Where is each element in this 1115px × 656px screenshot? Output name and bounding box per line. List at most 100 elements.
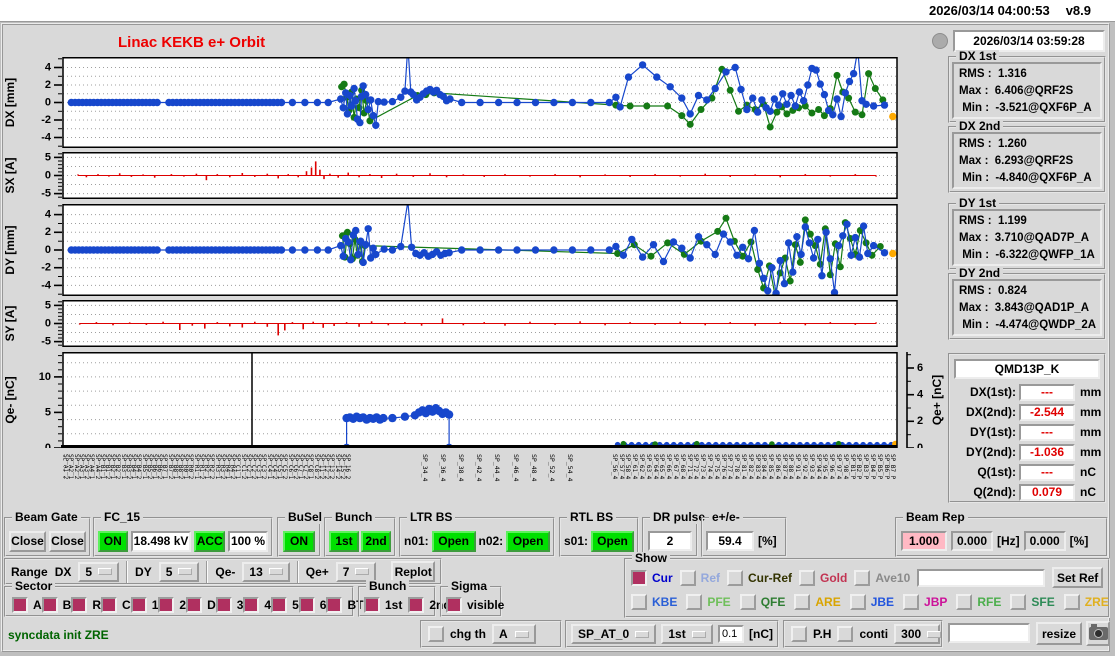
- beam-gate-close-1-button[interactable]: Close: [9, 530, 46, 552]
- checkbox-P.H[interactable]: [791, 626, 807, 642]
- group-title: Show: [632, 552, 670, 565]
- ltr-n02-open-button[interactable]: Open: [506, 530, 550, 552]
- checkbox-5[interactable]: [271, 596, 288, 613]
- bunch-1st-button[interactable]: 1st: [329, 530, 359, 552]
- checkbox-ZRE[interactable]: [1063, 594, 1080, 610]
- free-input[interactable]: [948, 623, 1030, 643]
- checkbox-item-QFE: QFE: [739, 594, 785, 610]
- dropdown-indicator: [692, 630, 706, 638]
- fc15-kv-field: 18.498 kV: [130, 530, 192, 552]
- checkbox-A[interactable]: [12, 596, 28, 613]
- checkbox-item-Ave10: Ave10: [854, 569, 910, 586]
- checkbox-Cur-Ref[interactable]: [727, 569, 744, 586]
- samples-select[interactable]: 300: [894, 624, 942, 644]
- range-dy-select[interactable]: 5: [158, 561, 200, 582]
- bunch-group: Bunch 1st 2nd: [324, 511, 396, 557]
- ref-input[interactable]: [917, 568, 1046, 587]
- checkbox-PFE[interactable]: [686, 594, 703, 610]
- checkbox-JBE[interactable]: [849, 594, 866, 610]
- monitor-label: DX(2nd):: [966, 405, 1016, 419]
- checkbox-QFE[interactable]: [739, 594, 756, 610]
- checkbox-SFE[interactable]: [1010, 594, 1027, 610]
- checkbox-item-visible: visible: [446, 596, 504, 613]
- threshold-input[interactable]: [718, 625, 744, 643]
- resize-button[interactable]: resize: [1036, 622, 1082, 645]
- checkbox-visible[interactable]: [446, 596, 462, 613]
- svg-text:-4: -4: [41, 131, 52, 143]
- checkbox-label: Ref: [700, 570, 721, 585]
- monitor-unit: mm: [1080, 445, 1102, 459]
- show-row2: KBE PFE QFE ARE JBE JBP RFE SFE ZRE: [631, 594, 1109, 610]
- checkbox-D[interactable]: [186, 596, 203, 613]
- conti-label: conti: [859, 627, 889, 641]
- svg-text:0: 0: [45, 244, 51, 256]
- busel-on-button[interactable]: ON: [283, 530, 315, 552]
- monitor-label: Q(2nd):: [973, 485, 1016, 499]
- bunch-order-select[interactable]: 1st: [661, 624, 713, 644]
- min-value: Min : -3.521@QXF6P_A: [959, 102, 1092, 114]
- beam-gate-close-2-button[interactable]: Close: [49, 530, 86, 552]
- sector-select[interactable]: A: [492, 624, 536, 644]
- svg-text:2: 2: [917, 415, 923, 427]
- checkbox-Ref[interactable]: [679, 569, 696, 586]
- group-title: Bunch: [366, 580, 410, 593]
- checkbox-item-PFE: PFE: [686, 594, 731, 610]
- checkbox-ARE[interactable]: [794, 594, 811, 610]
- checkbox-chg-th[interactable]: [428, 626, 444, 642]
- checkbox-item-C: C: [101, 596, 131, 613]
- checkbox-Ave10[interactable]: [854, 569, 871, 586]
- monitor-unit: mm: [1080, 385, 1102, 399]
- sp-at-value: SP_AT_0: [578, 627, 630, 641]
- checkbox-3[interactable]: [215, 596, 232, 613]
- checkbox-JBP[interactable]: [903, 594, 920, 610]
- monitor-row: DY(1st): --- mm: [952, 422, 1102, 442]
- fc15-on-button[interactable]: ON: [98, 530, 128, 552]
- bunch-2nd-button[interactable]: 2nd: [361, 530, 391, 552]
- checkbox-C[interactable]: [101, 596, 118, 613]
- version-label: v8.9: [1065, 3, 1091, 18]
- range-qe-minus-select[interactable]: 13: [242, 561, 290, 582]
- rtl-s01-open-button[interactable]: Open: [591, 530, 634, 552]
- ph-conti-group: P.H conti 300: [783, 620, 943, 648]
- status-message: syncdata init ZRE: [8, 628, 109, 642]
- checkbox-label: B: [62, 597, 72, 612]
- sigma-group: Sigma visible: [440, 580, 504, 617]
- min-value: Min : -6.322@QWFP_1A: [959, 249, 1095, 261]
- sp-at-select[interactable]: SP_AT_0: [571, 624, 657, 644]
- group-title: FC_15: [101, 511, 144, 524]
- ltr-n01-open-button[interactable]: Open: [431, 530, 476, 552]
- screenshot-button[interactable]: [1086, 621, 1110, 646]
- fc15-acc-button[interactable]: ACC: [194, 530, 225, 552]
- checkbox-B[interactable]: [41, 596, 58, 613]
- checkbox-6[interactable]: [298, 596, 315, 613]
- checkbox-R[interactable]: [71, 596, 88, 613]
- bpm-label: SP_85_4: [767, 454, 774, 480]
- bpm-label: SP_87_4: [780, 454, 788, 480]
- group-title: LTR BS: [407, 511, 456, 524]
- checkbox-1[interactable]: [130, 596, 147, 613]
- svg-text:2: 2: [45, 79, 51, 91]
- checkbox-label: ARE: [815, 595, 841, 609]
- checkbox-Gold[interactable]: [799, 569, 816, 586]
- ratio-field: 59.4: [706, 531, 754, 551]
- threshold-unit: [nC]: [749, 627, 773, 641]
- bpm-label: SP_86_4: [773, 454, 781, 480]
- set-ref-button[interactable]: Set Ref: [1052, 567, 1103, 588]
- checkbox-conti[interactable]: [837, 626, 854, 642]
- range-dy-value: 5: [165, 564, 173, 579]
- bpm-label: SP_38_4: [456, 454, 465, 482]
- checkbox-RFE[interactable]: [956, 594, 973, 610]
- checkbox-4[interactable]: [243, 596, 260, 613]
- checkbox-BT[interactable]: [326, 596, 343, 613]
- svg-text:10: 10: [39, 371, 51, 383]
- svg-text:-2: -2: [41, 114, 51, 126]
- svg-text:-5: -5: [41, 188, 51, 199]
- rms-value: RMS : 1.316: [959, 68, 1027, 80]
- bpm-label: SP_36_4: [438, 454, 447, 482]
- checkbox-2[interactable]: [158, 596, 175, 613]
- checkbox-Cur[interactable]: [631, 569, 647, 586]
- checkbox-1st[interactable]: [364, 596, 380, 613]
- range-dx-select[interactable]: 5: [78, 561, 120, 582]
- checkbox-2nd[interactable]: [408, 596, 425, 613]
- checkbox-KBE[interactable]: [631, 594, 647, 610]
